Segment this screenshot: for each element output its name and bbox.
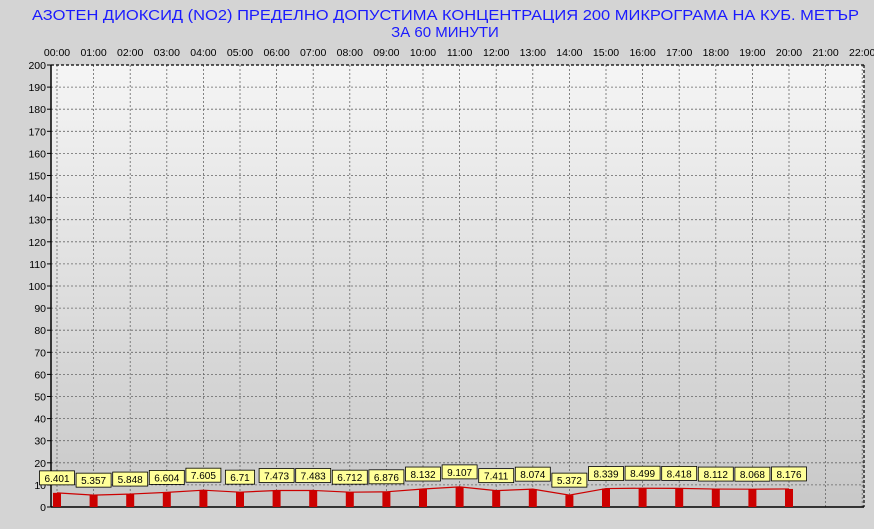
no2-chart: АЗОТЕН ДИОКСИД (NO2) ПРЕДЕЛНО ДОПУСТИМА … [28,7,874,514]
data-label: 6.604 [154,473,179,484]
y-tick-label: 200 [28,60,46,72]
data-label: 6.712 [337,473,362,484]
bar-03:00 [162,492,171,507]
y-tick-label: 60 [34,369,46,381]
y-tick-label: 120 [28,237,46,249]
bar-16:00 [638,488,647,507]
data-label: 7.605 [191,471,216,482]
y-tick-label: 20 [34,458,46,470]
x-tick-label: 20:00 [776,47,802,59]
x-tick-label: 00:00 [44,47,70,59]
y-tick-label: 80 [34,325,46,337]
bar-18:00 [711,489,720,507]
x-tick-label: 05:00 [227,47,253,59]
y-tick-label: 180 [28,104,46,116]
chart-title-line1: АЗОТЕН ДИОКСИД (NO2) ПРЕДЕЛНО ДОПУСТИМА … [32,7,859,24]
y-tick-label: 100 [28,281,46,293]
y-tick-label: 170 [28,126,46,138]
data-label: 7.411 [484,472,509,483]
data-label: 6.876 [374,473,399,484]
data-label: 8.068 [740,470,765,481]
x-tick-label: 17:00 [666,47,692,59]
x-tick-label: 06:00 [263,47,289,59]
x-tick-label: 09:00 [373,47,399,59]
bar-02:00 [126,494,135,507]
x-tick-label: 19:00 [739,47,765,59]
data-label: 5.372 [557,476,582,487]
data-label: 9.107 [447,468,472,479]
y-tick-label: 90 [34,303,46,315]
bar-06:00 [272,490,281,507]
y-tick-label: 50 [34,392,46,404]
x-tick-labels: 00:00 01:00 02:00 03:00 04:00 05:00 06:00 07:00… [44,47,874,59]
bar-14:00 [565,495,574,507]
data-label: 7.483 [301,471,326,482]
bar-04:00 [199,490,208,507]
data-label: 8.176 [776,470,801,481]
bar-15:00 [602,488,610,507]
x-tick-label: 03:00 [154,47,180,59]
bar-19:00 [748,489,757,507]
x-tick-label: 01:00 [80,47,106,59]
data-label: 8.132 [410,470,435,481]
bar-10:00 [419,489,427,507]
data-label: 8.112 [704,470,729,481]
bar-00:00 [53,492,61,507]
y-tick-label: 190 [28,82,46,94]
bar-17:00 [675,488,684,507]
y-tick-label: 0 [40,502,46,514]
bar-20:00 [785,488,793,507]
y-tick-labels: 0102030405060708090100110120130140150160… [28,60,46,514]
x-tick-label: 08:00 [337,47,363,59]
data-label: 6.71 [230,473,250,484]
bar-07:00 [309,490,318,507]
bar-09:00 [382,491,391,507]
bar-08:00 [345,492,354,507]
y-tick-label: 70 [34,347,46,359]
data-label: 6.401 [44,474,69,485]
data-label: 8.499 [630,469,655,480]
y-tick-label: 40 [34,414,46,426]
x-tick-label: 02:00 [117,47,143,59]
y-tick-label: 130 [28,215,46,227]
y-tick-label: 30 [34,436,46,448]
y-tick-label: 140 [28,193,46,205]
chart-title-line2: ЗА 60 МИНУТИ [391,24,499,41]
y-tick-label: 110 [29,259,46,271]
x-tick-label: 15:00 [593,47,619,59]
data-label: 8.418 [667,469,692,480]
bar-01:00 [89,495,98,507]
bar-11:00 [455,486,464,507]
data-label: 8.339 [593,470,618,481]
x-tick-label: 07:00 [300,47,326,59]
y-tick-label: 150 [28,171,46,183]
x-tick-label: 04:00 [190,47,216,59]
x-tick-label: 12:00 [483,47,509,59]
bar-12:00 [492,490,501,507]
data-label: 5.357 [81,476,106,487]
x-tick-label: 18:00 [703,47,729,59]
x-tick-label: 11:00 [447,47,473,59]
x-tick-label: 16:00 [629,47,655,59]
bar-05:00 [236,492,244,507]
x-tick-label: 13:00 [520,47,546,59]
x-tick-label: 10:00 [410,47,436,59]
bar-13:00 [528,489,537,507]
x-tick-label: 21:00 [812,47,838,59]
y-tick-label: 160 [28,148,46,160]
data-label: 8.074 [520,470,545,481]
data-label: 7.473 [264,471,289,482]
data-label: 5.848 [118,475,143,486]
x-tick-label: 22:00 [849,47,874,59]
x-tick-label: 14:00 [556,47,582,59]
